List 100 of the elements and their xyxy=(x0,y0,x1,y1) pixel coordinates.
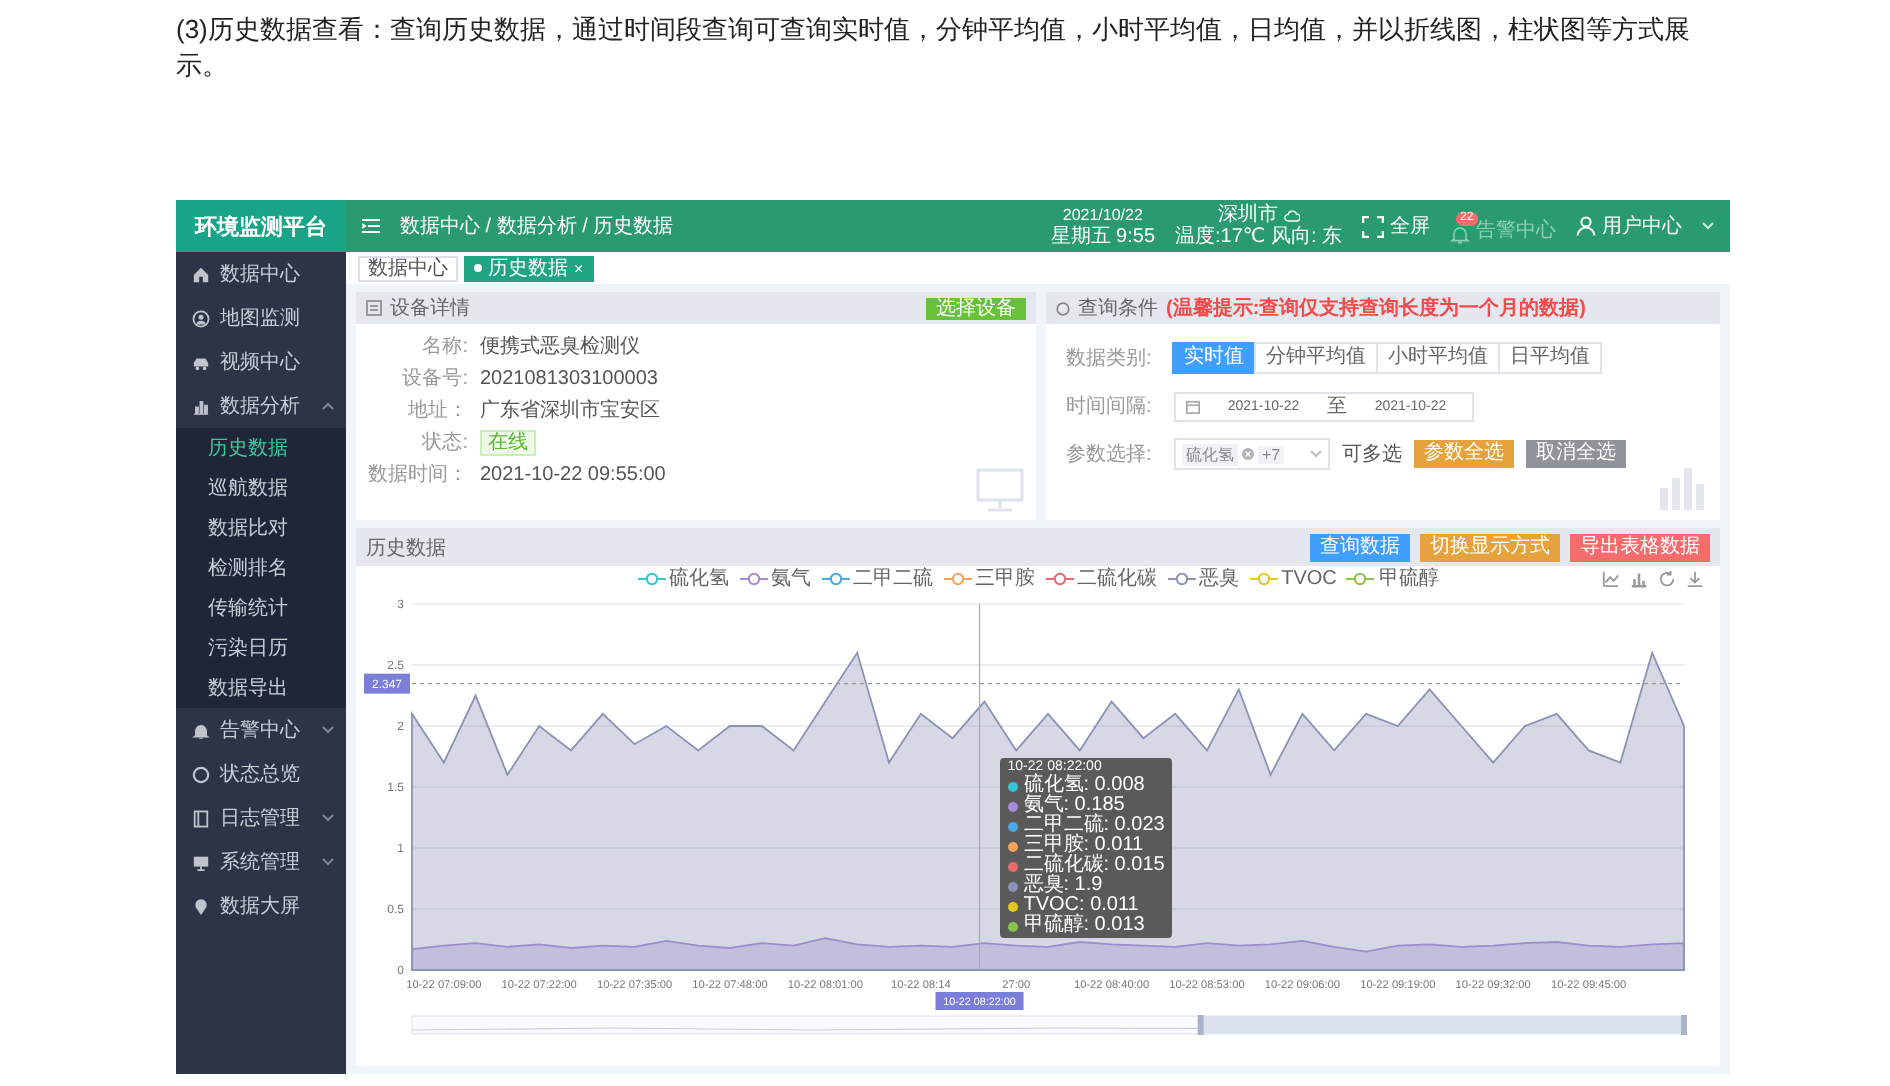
segment-option[interactable]: 分钟平均值 xyxy=(1254,342,1378,374)
bar-chart-icon xyxy=(192,397,210,415)
tab[interactable]: 数据中心 xyxy=(358,255,458,281)
legend-item[interactable]: TVOC xyxy=(1249,564,1337,592)
segment-option[interactable]: 小时平均值 xyxy=(1376,342,1500,374)
breadcrumb: 数据中心 / 数据分析 / 历史数据 xyxy=(400,213,674,240)
weather-text: 温度:17℃ 风向: 东 xyxy=(1175,226,1342,248)
tooltip-value: 恶臭: 1.9 xyxy=(1023,876,1103,896)
tab[interactable]: 历史数据 × xyxy=(464,255,594,281)
sidebar-item[interactable]: 视频中心 xyxy=(176,340,346,384)
field-label: 设备号: xyxy=(400,366,468,394)
monitor-icon xyxy=(976,468,1024,512)
field-label: 时间间隔: xyxy=(1066,393,1154,420)
notice-text: (温馨提示:查询仅支持查询长度为一个月的数据) xyxy=(1166,294,1586,322)
field-label: 名称: xyxy=(420,334,468,362)
panel-title: 历史数据 xyxy=(366,535,446,561)
range-separator: 至 xyxy=(1327,394,1347,420)
list-icon xyxy=(366,300,382,316)
field-label: 地址： xyxy=(406,398,468,426)
sidebar-item[interactable]: 巡航数据 xyxy=(176,468,346,508)
series-dot-icon xyxy=(1007,861,1018,871)
field-value: 广东省深圳市宝安区 xyxy=(480,398,662,426)
line-chart-icon[interactable] xyxy=(1602,569,1620,587)
hint-text: 可多选 xyxy=(1342,441,1402,468)
date-text: 2021/10/22 xyxy=(1062,204,1143,225)
tooltip-value: 氨气: 0.185 xyxy=(1023,796,1125,816)
sidebar-item[interactable]: 历史数据 xyxy=(176,428,346,468)
field-value: 便携式恶臭检测仪 xyxy=(480,334,642,362)
legend-item[interactable]: 甲硫醇 xyxy=(1346,564,1439,592)
bell-icon xyxy=(192,721,210,739)
sidebar-item[interactable]: 地图监测 xyxy=(176,296,346,340)
calendar-icon xyxy=(1186,399,1200,413)
selected-chip: 硫化氢 xyxy=(1182,443,1238,465)
sidebar-item[interactable]: 传输统计 xyxy=(176,588,346,628)
sidebar-item[interactable]: 数据导出 xyxy=(176,668,346,708)
fullscreen-icon xyxy=(1362,215,1384,237)
sidebar-item[interactable]: 数据比对 xyxy=(176,508,346,548)
intro-paragraph: (3)历史数据查看：查询历史数据，通过时间段查询可查询实时值，分钟平均值，小时平均值，日均值，并以折线图，柱状图等方式展示。 xyxy=(176,12,1692,84)
field-label: 状态: xyxy=(420,430,468,458)
sidebar-item[interactable]: 日志管理 xyxy=(176,796,346,840)
more-count: +7 xyxy=(1258,445,1285,463)
fullscreen-button[interactable]: 全屏 xyxy=(1362,212,1430,240)
legend-item[interactable]: 二硫化碳 xyxy=(1045,564,1158,592)
user-center-button[interactable]: 用户中心 xyxy=(1576,212,1682,240)
legend-item[interactable]: 氨气 xyxy=(739,564,812,592)
field-label: 数据时间： xyxy=(366,462,468,490)
action-button[interactable]: 取消全选 xyxy=(1526,440,1626,468)
field-label: 数据类别: xyxy=(1066,345,1154,372)
circle-icon xyxy=(1056,301,1070,315)
panel-title: 查询条件 xyxy=(1078,295,1158,322)
app-logo: 环境监测平台 xyxy=(176,200,346,252)
field-value: 2021081303100003 xyxy=(480,366,660,394)
legend-item[interactable]: 二甲二硫 xyxy=(821,564,934,592)
sidebar-item[interactable]: 污染日历 xyxy=(176,628,346,668)
refresh-icon[interactable] xyxy=(1658,569,1676,587)
series-dot-icon xyxy=(1007,921,1018,931)
menu-toggle-icon[interactable] xyxy=(362,218,380,234)
sidebar-item[interactable]: 数据大屏 xyxy=(176,884,346,928)
segment-option[interactable]: 日平均值 xyxy=(1498,342,1602,374)
sidebar-item[interactable]: 数据中心 xyxy=(176,252,346,296)
sidebar-item[interactable]: 数据分析 xyxy=(176,384,346,428)
legend-item[interactable]: 硫化氢 xyxy=(637,564,730,592)
dot-icon xyxy=(474,264,482,272)
sidebar-item[interactable]: 状态总览 xyxy=(176,752,346,796)
series-dot-icon xyxy=(1007,781,1018,791)
weekday-time-text: 星期五 9:55 xyxy=(1050,226,1156,248)
clear-icon[interactable] xyxy=(1242,448,1254,460)
sidebar-item[interactable]: 系统管理 xyxy=(176,840,346,884)
sidebar-item[interactable]: 告警中心 xyxy=(176,708,346,752)
circle-icon xyxy=(192,765,210,783)
download-icon[interactable] xyxy=(1686,569,1704,587)
user-circle-icon xyxy=(192,309,210,327)
home-icon xyxy=(192,265,210,283)
user-icon xyxy=(1576,216,1596,236)
car-icon xyxy=(192,353,210,371)
caret-icon xyxy=(1310,450,1322,458)
tooltip-value: 三甲胺: 0.011 xyxy=(1023,836,1144,856)
series-dot-icon xyxy=(1007,801,1018,811)
field-value: 2021-10-22 09:55:00 xyxy=(480,462,668,490)
series-dot-icon xyxy=(1007,821,1018,831)
series-dot-icon xyxy=(1007,901,1018,911)
series-dot-icon xyxy=(1007,881,1018,891)
tooltip-value: TVOC: 0.011 xyxy=(1023,896,1139,916)
zoom-slider[interactable] xyxy=(411,1015,1687,1035)
tooltip-value: 二硫化碳: 0.015 xyxy=(1023,856,1165,876)
status-tag: 在线 xyxy=(480,430,536,456)
city-text: 深圳市 xyxy=(1217,204,1278,226)
tooltip-value: 甲硫醇: 0.013 xyxy=(1023,916,1145,936)
parameter-select[interactable]: 硫化氢 +7 xyxy=(1174,438,1330,470)
field-label: 参数选择: xyxy=(1066,441,1154,468)
document-icon xyxy=(192,809,210,827)
sidebar-item[interactable]: 检测排名 xyxy=(176,548,346,588)
caret-icon[interactable] xyxy=(1702,222,1714,230)
close-icon[interactable]: × xyxy=(574,257,584,279)
bar-chart-icon[interactable] xyxy=(1630,569,1648,587)
legend-item[interactable]: 恶臭 xyxy=(1167,564,1240,592)
tooltip-value: 二甲二硫: 0.023 xyxy=(1023,816,1165,836)
cloud-icon xyxy=(1283,209,1300,221)
monitor-icon xyxy=(192,853,210,871)
legend-item[interactable]: 三甲胺 xyxy=(943,564,1036,592)
